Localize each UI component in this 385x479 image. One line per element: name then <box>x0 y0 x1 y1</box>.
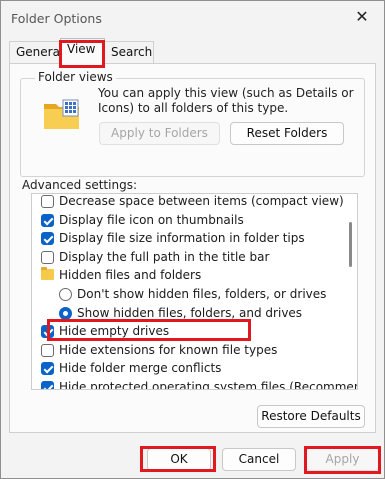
settings-option[interactable]: Hide extensions for known file types <box>32 341 342 359</box>
settings-option[interactable]: Display the full path in the title bar <box>32 248 342 266</box>
apply-button[interactable]: Apply <box>306 448 379 471</box>
checkbox-checked[interactable] <box>41 232 54 246</box>
settings-option-label: Decrease space between items (compact vi… <box>59 194 344 208</box>
settings-option-label: Hide folder merge conflicts <box>59 361 222 376</box>
scrollbar[interactable] <box>345 194 357 389</box>
settings-option-label: Display file size information in folder … <box>59 231 305 246</box>
settings-option-label: Hidden files and folders <box>59 268 202 283</box>
folder-views-group: Folder views You can apply this view (su… <box>20 70 365 177</box>
settings-option-label: Display file icon on thumbnails <box>59 212 244 227</box>
checkbox-checked[interactable] <box>41 381 54 389</box>
checkbox-checked[interactable] <box>41 213 54 227</box>
cancel-button[interactable]: Cancel <box>222 448 296 471</box>
tab-search[interactable]: Search <box>104 41 154 63</box>
tab-general[interactable]: General <box>9 41 63 63</box>
advanced-settings-label: Advanced settings: <box>22 178 137 192</box>
apply-to-folders-button[interactable]: Apply to Folders <box>99 122 220 145</box>
close-icon[interactable]: ✕ <box>352 7 372 27</box>
checkbox[interactable] <box>41 343 54 357</box>
advanced-settings-list: Decrease space between items (compact vi… <box>31 193 358 390</box>
settings-group-header: Hidden files and folders <box>32 266 342 284</box>
settings-option-label: Don't show hidden files, folders, or dri… <box>77 287 327 301</box>
folder-icon <box>41 267 54 281</box>
title-bar: Folder Options ✕ <box>1 1 384 35</box>
folder-views-legend: Folder views <box>35 70 116 84</box>
settings-option[interactable]: Hide folder merge conflicts <box>32 359 342 377</box>
checkbox-checked[interactable] <box>41 325 54 339</box>
settings-option[interactable]: Hide empty drives <box>32 322 342 340</box>
settings-option[interactable]: Don't show hidden files, folders, or dri… <box>32 285 342 303</box>
settings-option-label: Display the full path in the title bar <box>59 249 270 264</box>
checkbox[interactable] <box>41 195 54 208</box>
reset-folders-button[interactable]: Reset Folders <box>230 122 344 145</box>
radio-selected[interactable] <box>59 306 72 320</box>
scrollbar-thumb[interactable] <box>349 222 352 267</box>
checkbox[interactable] <box>41 250 54 264</box>
folder-options-dialog: Folder Options ✕ General View Search Fol… <box>0 0 385 479</box>
settings-option[interactable]: Display file size information in folder … <box>32 229 342 247</box>
settings-option[interactable]: Display file icon on thumbnails <box>32 211 342 229</box>
settings-option-label: Hide protected operating system files (R… <box>59 380 358 390</box>
settings-option[interactable]: Hide protected operating system files (R… <box>32 378 357 389</box>
folder-views-description: You can apply this view (such as Details… <box>98 86 354 115</box>
settings-option-label: Show hidden files, folders, and drives <box>77 305 303 320</box>
checkbox-checked[interactable] <box>41 362 54 376</box>
ok-button[interactable]: OK <box>147 448 211 471</box>
view-tab-page: Folder views You can apply this view (su… <box>9 63 376 433</box>
tab-view[interactable]: View <box>60 38 105 64</box>
settings-option-label: Hide extensions for known file types <box>59 342 278 357</box>
settings-option[interactable]: Show hidden files, folders, and drives <box>32 304 342 322</box>
restore-defaults-button[interactable]: Restore Defaults <box>257 405 365 428</box>
settings-option-label: Hide empty drives <box>59 324 170 339</box>
tab-strip: General View Search <box>9 38 379 64</box>
window-title: Folder Options <box>11 11 102 26</box>
folder-view-icon <box>44 99 79 129</box>
radio[interactable] <box>59 288 72 301</box>
settings-option[interactable]: Decrease space between items (compact vi… <box>32 194 344 210</box>
